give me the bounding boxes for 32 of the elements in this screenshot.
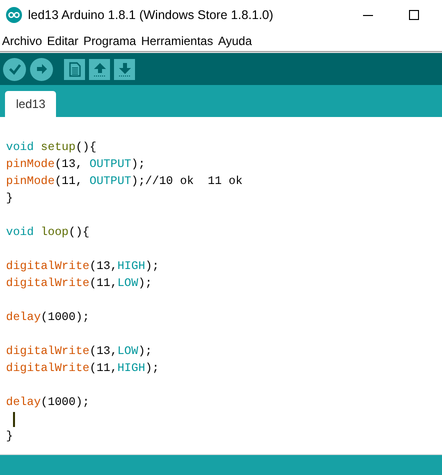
code-line: void setup(){ xyxy=(6,140,96,156)
menu-item[interactable]: Ayuda xyxy=(218,32,252,50)
menu-item[interactable]: Editar xyxy=(47,32,78,50)
new-button[interactable] xyxy=(64,58,85,80)
window-title: led13 Arduino 1.8.1 (Windows Store 1.8.1.0) xyxy=(28,6,274,24)
minimize-icon[interactable] xyxy=(363,14,373,16)
code-line: digitalWrite(13,LOW); xyxy=(6,344,152,360)
code-line: pinMode(11, OUTPUT);//10 ok 11 ok xyxy=(6,174,243,190)
save-button[interactable] xyxy=(114,58,135,80)
verify-button[interactable] xyxy=(3,58,26,80)
open-button[interactable] xyxy=(89,58,110,80)
code-line: digitalWrite(11,HIGH); xyxy=(6,360,160,377)
code-line: digitalWrite(13,HIGH); xyxy=(6,258,160,275)
code-line: delay(1000); xyxy=(6,310,90,326)
arrow-right-icon xyxy=(34,62,48,76)
menu-item[interactable]: Archivo xyxy=(2,32,42,50)
logo-icon xyxy=(6,7,22,23)
file-tab[interactable]: led13 xyxy=(5,91,56,117)
maximize-icon[interactable] xyxy=(409,10,419,20)
arrow-up-icon xyxy=(92,62,106,76)
code-line: pinMode(13, OUTPUT); xyxy=(6,156,146,173)
code-line: } xyxy=(6,190,13,207)
code-line: } xyxy=(6,428,13,445)
code-line: void loop(){ xyxy=(6,224,90,241)
code-line: digitalWrite(11,LOW); xyxy=(6,276,152,292)
upload-button[interactable] xyxy=(30,58,53,80)
menu-item[interactable]: Herramientas xyxy=(141,32,214,50)
menu-item[interactable]: Programa xyxy=(83,32,136,50)
check-icon xyxy=(8,62,22,76)
code-line: delay(1000); xyxy=(6,394,90,411)
document-icon xyxy=(68,62,80,76)
arrow-down-icon xyxy=(118,62,132,76)
